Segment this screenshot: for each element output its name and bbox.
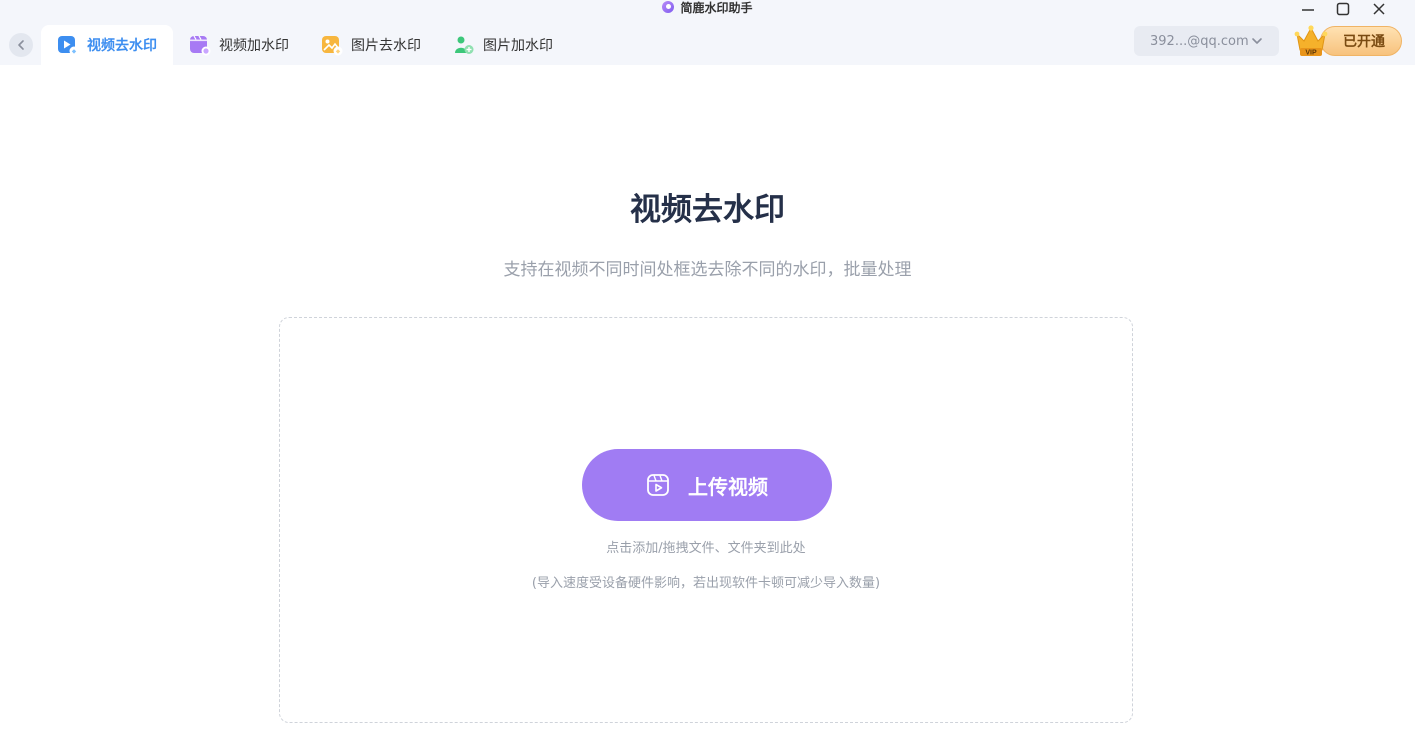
crown-icon: VIP <box>1294 25 1328 57</box>
minimize-button[interactable] <box>1293 0 1323 18</box>
drop-hint: 点击添加/拖拽文件、文件夹到此处 <box>606 541 806 556</box>
top-bar: 简鹿水印助手 视频去水印 视频加水印 图片去水印 图片加水印 392...@qq… <box>0 0 1415 65</box>
tab-label: 图片加水印 <box>483 38 553 54</box>
maximize-button[interactable] <box>1328 0 1358 18</box>
upload-video-button[interactable]: 上传视频 <box>582 449 832 521</box>
vip-status-pill: 已开通 <box>1320 26 1402 56</box>
tab-video-remove-watermark[interactable]: 视频去水印 <box>41 25 173 65</box>
tab-label: 图片去水印 <box>351 38 421 54</box>
tab-image-remove-watermark[interactable]: 图片去水印 <box>305 25 437 65</box>
tab-image-add-watermark[interactable]: 图片加水印 <box>437 25 569 65</box>
close-button[interactable] <box>1364 0 1394 18</box>
chevron-left-icon <box>18 40 24 50</box>
minimize-icon <box>1302 9 1314 11</box>
window-title-bar: 简鹿水印助手 <box>0 0 1415 15</box>
account-dropdown[interactable]: 392...@qq.com <box>1134 26 1279 56</box>
vip-badge-text: VIP <box>1305 50 1317 57</box>
file-drop-zone[interactable]: 上传视频 点击添加/拖拽文件、文件夹到此处 (导入速度受设备硬件影响，若出现软件… <box>279 317 1133 723</box>
video-add-icon <box>190 35 211 56</box>
image-add-icon <box>455 36 474 54</box>
import-speed-note: (导入速度受设备硬件影响，若出现软件卡顿可减少导入数量) <box>531 576 881 591</box>
app-window: 简鹿水印助手 视频去水印 视频加水印 图片去水印 图片加水印 392...@qq… <box>0 0 1415 748</box>
vip-status-label: 已开通 <box>1343 34 1385 50</box>
vip-button[interactable]: 已开通 VIP <box>1294 22 1404 58</box>
maximize-icon <box>1336 2 1350 16</box>
close-icon <box>1373 3 1385 15</box>
image-erase-icon <box>322 36 343 56</box>
tab-video-add-watermark[interactable]: 视频加水印 <box>173 25 305 65</box>
tab-label: 视频去水印 <box>87 38 157 54</box>
page-title: 视频去水印 <box>630 192 785 228</box>
video-upload-icon <box>647 474 669 496</box>
back-button[interactable] <box>9 33 33 57</box>
tab-bar: 视频去水印 视频加水印 图片去水印 图片加水印 <box>41 25 569 65</box>
tab-label: 视频加水印 <box>219 38 289 54</box>
account-email: 392...@qq.com <box>1150 33 1249 49</box>
video-erase-icon <box>58 36 79 56</box>
upload-video-label: 上传视频 <box>688 474 768 499</box>
app-logo-icon <box>662 1 675 13</box>
page-subtitle: 支持在视频不同时间处框选去除不同的水印，批量处理 <box>503 260 912 280</box>
app-title: 简鹿水印助手 <box>680 0 753 15</box>
chevron-down-icon <box>1252 38 1262 44</box>
